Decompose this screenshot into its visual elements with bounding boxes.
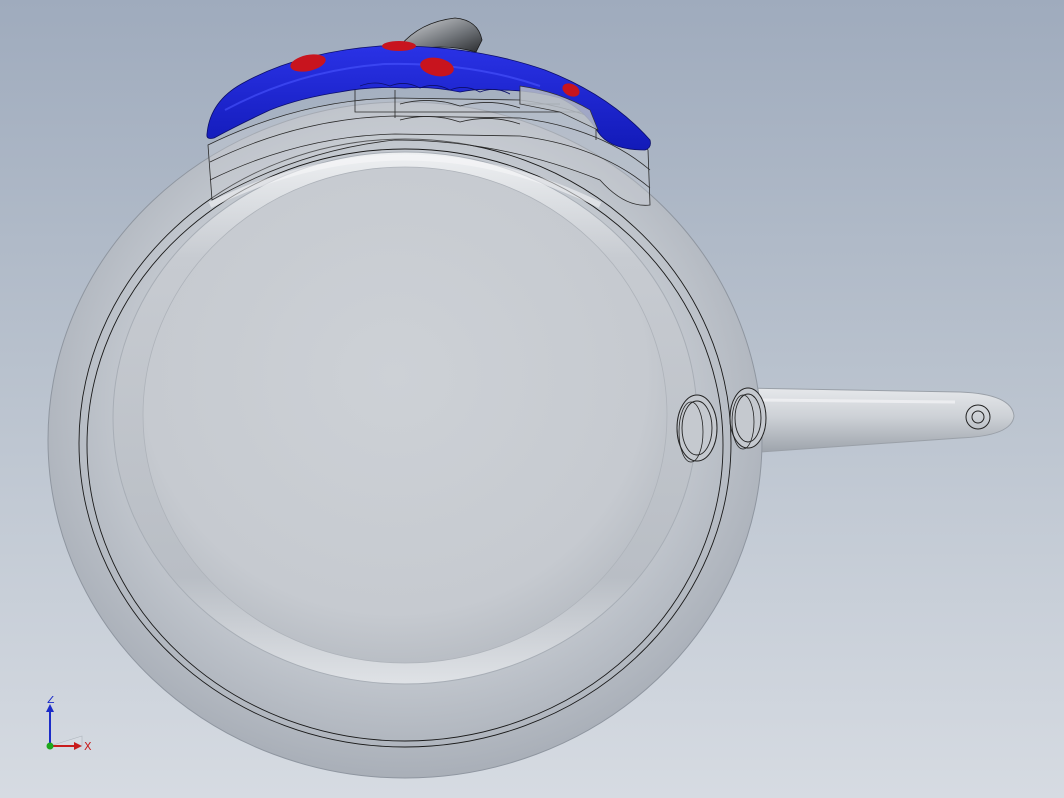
pan-body[interactable] <box>47 101 763 779</box>
triad-origin <box>46 742 54 750</box>
x-axis-label: X <box>84 740 92 753</box>
grip-dot <box>382 41 416 51</box>
3d-viewport[interactable]: Z X <box>0 0 1064 798</box>
pan-handle[interactable] <box>735 387 1015 453</box>
model-render[interactable] <box>0 0 1064 798</box>
coordinate-triad: Z X <box>46 696 92 753</box>
z-axis-label: Z <box>47 696 55 706</box>
